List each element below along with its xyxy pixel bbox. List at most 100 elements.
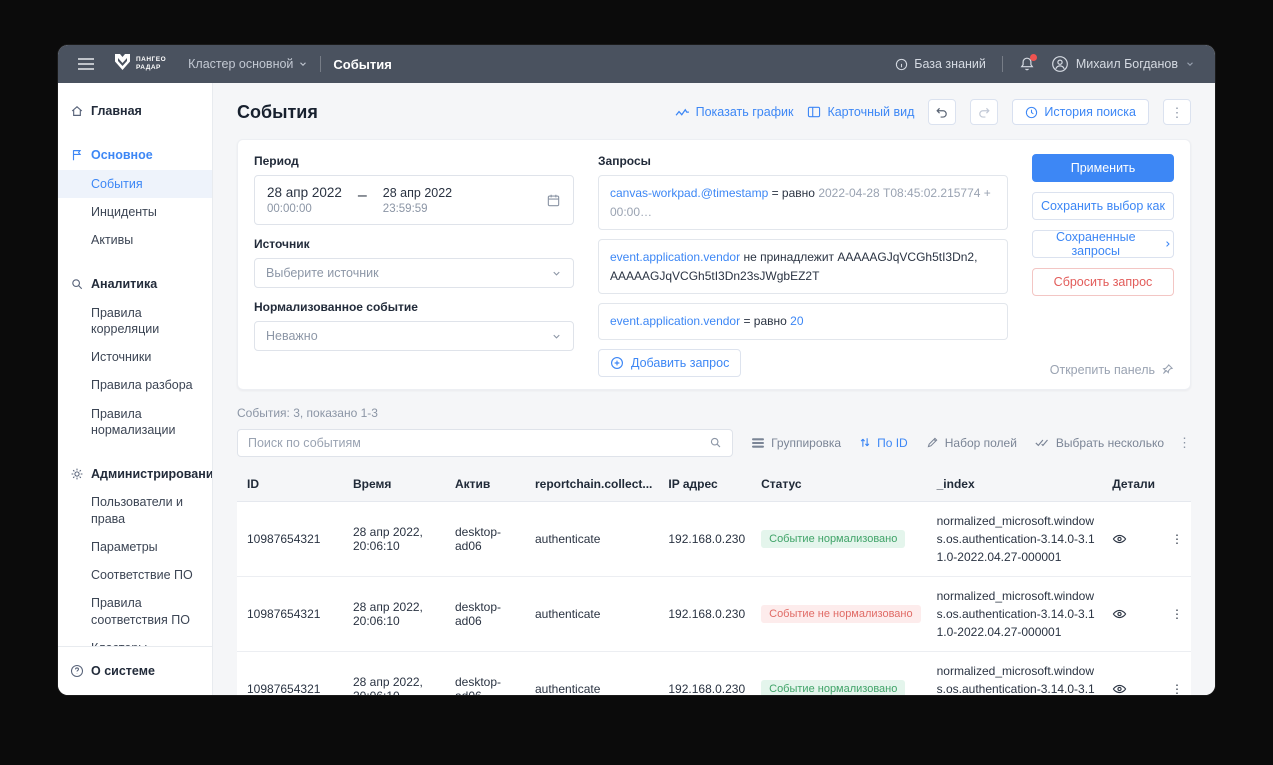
date-from: 28 апр 2022 00:00:00 xyxy=(267,185,342,215)
sidebar-item-correlation-rules[interactable]: Правила корреляции xyxy=(58,299,212,344)
sidebar-item-incidents[interactable]: Инциденты xyxy=(58,198,212,226)
column-header-asset[interactable]: Актив xyxy=(447,467,527,502)
topbar-page-title: События xyxy=(333,57,391,72)
events-search xyxy=(237,429,733,457)
plus-circle-icon xyxy=(610,356,624,370)
multi-select-button[interactable]: Выбрать несколько xyxy=(1035,436,1164,450)
card-view-button[interactable]: Карточный вид xyxy=(807,105,914,119)
grouping-button[interactable]: Группировка xyxy=(751,436,841,450)
sidebar-item-parsing-rules[interactable]: Правила разбора xyxy=(58,371,212,399)
source-select[interactable]: Выберите источник xyxy=(254,258,574,288)
knowledge-base-link[interactable]: База знаний xyxy=(895,57,986,71)
card-view-icon xyxy=(807,106,821,118)
logo[interactable]: ПАНГЕО РАДАР xyxy=(114,54,166,74)
search-history-label: История поиска xyxy=(1044,105,1136,119)
unpin-panel-button[interactable]: Открепить панель xyxy=(1050,363,1174,377)
query-field[interactable]: event.application.vendor xyxy=(610,250,740,264)
sidebar-item-main[interactable]: Основное xyxy=(58,141,212,169)
sidebar-item-analytics[interactable]: Аналитика xyxy=(58,270,212,298)
query-operator: = равно xyxy=(772,186,815,200)
cluster-selector[interactable]: Кластер основной xyxy=(188,57,308,71)
notifications-bell-icon[interactable] xyxy=(1019,56,1035,72)
view-details-eye-icon[interactable] xyxy=(1104,501,1163,576)
sidebar-item-users-rights[interactable]: Пользователи и права xyxy=(58,488,212,533)
column-header-reportchain[interactable]: reportchain.collect... xyxy=(527,467,660,502)
column-header-id[interactable]: ID xyxy=(237,467,345,502)
sidebar-item-administration[interactable]: Администрирование xyxy=(58,460,212,488)
query-row[interactable]: event.application.vendor не принадлежит … xyxy=(598,239,1008,294)
status-badge: Событие нормализовано xyxy=(761,680,905,695)
row-menu-button[interactable]: ⋮ xyxy=(1163,651,1191,695)
save-selection-button[interactable]: Сохранить выбор как xyxy=(1032,192,1174,220)
sidebar-item-events[interactable]: События xyxy=(58,170,212,198)
sidebar-label: Администрирование xyxy=(91,466,212,482)
sidebar-item-clusters[interactable]: Кластеры xyxy=(58,634,212,646)
column-header-index[interactable]: _index xyxy=(929,467,1105,502)
query-row[interactable]: event.application.vendor = равно 20 xyxy=(598,303,1008,340)
query-row[interactable]: canvas-workpad.@timestamp = равно 2022-0… xyxy=(598,175,1008,230)
chart-line-icon xyxy=(675,107,690,118)
sidebar-label: Правила соответствия ПО xyxy=(91,595,204,628)
column-header-status[interactable]: Статус xyxy=(753,467,929,502)
query-field[interactable]: canvas-workpad.@timestamp xyxy=(610,186,768,200)
sidebar-item-assets[interactable]: Активы xyxy=(58,226,212,254)
sidebar-nav: Главная Основное События Инциденты Актив… xyxy=(58,97,212,646)
table-row[interactable]: 10987654321 28 апр 2022, 20:06:10 deskto… xyxy=(237,651,1191,695)
date-range-picker[interactable]: 28 апр 2022 00:00:00 – 28 апр 2022 23:59… xyxy=(254,175,574,225)
undo-button[interactable] xyxy=(928,99,956,125)
sidebar-item-compliance-rules[interactable]: Правила соответствия ПО xyxy=(58,589,212,634)
cell-id: 10987654321 xyxy=(237,501,345,576)
sort-by-id-button[interactable]: По ID xyxy=(859,436,908,450)
query-field[interactable]: event.application.vendor xyxy=(610,314,740,328)
sidebar-item-software-compliance[interactable]: Соответствие ПО xyxy=(58,561,212,589)
sidebar-label: Активы xyxy=(91,232,133,248)
saved-queries-button[interactable]: Сохраненные запросы xyxy=(1032,230,1174,258)
toolbar-more-button[interactable]: ⋮ xyxy=(1178,435,1191,451)
app-window: ПАНГЕО РАДАР Кластер основной События Ба… xyxy=(58,45,1215,695)
cell-reportchain: authenticate xyxy=(527,576,660,651)
row-menu-button[interactable]: ⋮ xyxy=(1163,576,1191,651)
apply-button[interactable]: Применить xyxy=(1032,154,1174,182)
date-from-value: 28 апр 2022 xyxy=(267,185,342,200)
sidebar-item-normalization-rules[interactable]: Правила нормализации xyxy=(58,400,212,445)
source-label: Источник xyxy=(254,237,574,251)
search-history-button[interactable]: История поиска xyxy=(1012,99,1149,125)
calendar-icon xyxy=(546,193,561,208)
column-header-details: Детали xyxy=(1104,467,1163,502)
page-more-button[interactable]: ⋮ xyxy=(1163,99,1191,125)
undo-icon xyxy=(935,106,949,119)
hamburger-menu-icon[interactable] xyxy=(78,58,94,70)
sidebar: Главная Основное События Инциденты Актив… xyxy=(58,83,213,695)
sidebar-item-parameters[interactable]: Параметры xyxy=(58,533,212,561)
query-operator: = равно xyxy=(743,314,786,328)
table-row[interactable]: 10987654321 28 апр 2022, 20:06:10 deskto… xyxy=(237,576,1191,651)
add-query-button[interactable]: Добавить запрос xyxy=(598,349,741,377)
search-icon[interactable] xyxy=(709,436,722,449)
redo-icon xyxy=(977,106,991,119)
table-row[interactable]: 10987654321 28 апр 2022, 20:06:10 deskto… xyxy=(237,501,1191,576)
cell-asset: desktop-ad06 xyxy=(447,651,527,695)
search-input[interactable] xyxy=(248,436,709,450)
cell-id: 10987654321 xyxy=(237,651,345,695)
field-set-button[interactable]: Набор полей xyxy=(926,436,1017,450)
saved-queries-label: Сохраненные запросы xyxy=(1033,230,1158,258)
view-details-eye-icon[interactable] xyxy=(1104,576,1163,651)
normalized-select[interactable]: Неважно xyxy=(254,321,574,351)
knowledge-base-label: База знаний xyxy=(914,57,986,71)
show-chart-button[interactable]: Показать график xyxy=(675,105,794,119)
sidebar-item-about[interactable]: О системе xyxy=(58,657,212,685)
cell-ip: 192.168.0.230 xyxy=(660,651,753,695)
cell-time: 28 апр 2022, 20:06:10 xyxy=(345,576,447,651)
user-menu[interactable]: Михаил Богданов xyxy=(1051,55,1195,73)
redo-button[interactable] xyxy=(970,99,998,125)
sidebar-label: О системе xyxy=(91,663,155,679)
sidebar-item-sources[interactable]: Источники xyxy=(58,343,212,371)
topbar-divider xyxy=(1002,56,1003,72)
row-menu-button[interactable]: ⋮ xyxy=(1163,501,1191,576)
reset-query-button[interactable]: Сбросить запрос xyxy=(1032,268,1174,296)
user-name: Михаил Богданов xyxy=(1076,57,1178,71)
column-header-ip[interactable]: IP адрес xyxy=(660,467,753,502)
sidebar-item-home[interactable]: Главная xyxy=(58,97,212,125)
view-details-eye-icon[interactable] xyxy=(1104,651,1163,695)
column-header-time[interactable]: Время xyxy=(345,467,447,502)
